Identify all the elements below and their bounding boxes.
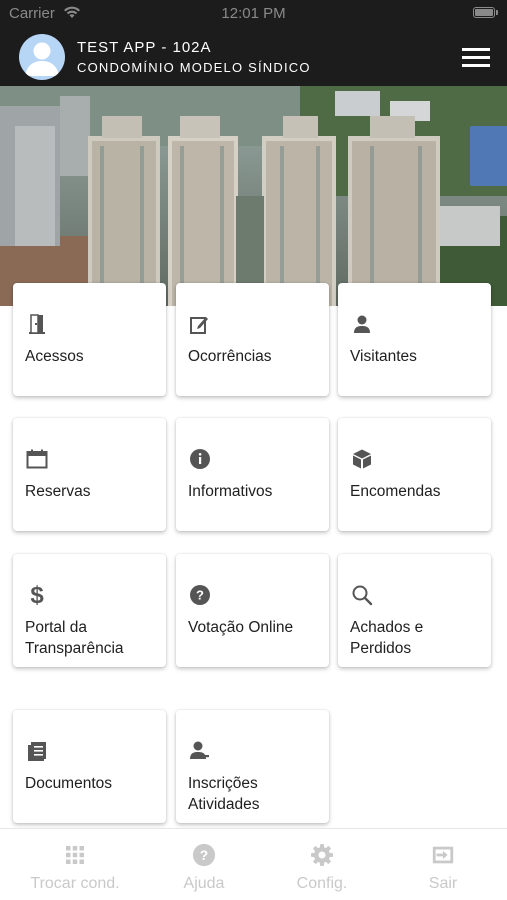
tab-config[interactable]: Config. <box>259 829 385 900</box>
card-label: Acessos <box>25 348 84 365</box>
calendar-icon <box>25 447 49 471</box>
svg-text:?: ? <box>196 588 204 603</box>
tab-label: Config. <box>296 875 348 892</box>
card-label: Informativos <box>188 483 273 500</box>
svg-text:?: ? <box>200 847 208 863</box>
card-label: Reservas <box>25 483 91 500</box>
card-label: Ocorrências <box>188 348 272 365</box>
card-label: Visitantes <box>350 348 417 365</box>
card-visitantes[interactable]: Visitantes <box>338 283 491 396</box>
info-icon <box>188 447 212 471</box>
card-label: Documentos <box>25 775 113 792</box>
grid-icon <box>63 843 87 867</box>
package-icon <box>350 447 374 471</box>
bottom-tab-bar: Trocar cond. ? Ajuda Config. Sair <box>0 828 507 900</box>
card-label: Encomendas <box>350 483 441 500</box>
tab-label: Ajuda <box>183 875 225 892</box>
tab-label: Trocar cond. <box>30 875 120 892</box>
card-reservas[interactable]: Reservas <box>13 418 166 531</box>
card-label: Achados e Perdidos <box>350 619 424 657</box>
card-achados-perdidos[interactable]: Achados e Perdidos <box>338 554 491 667</box>
card-inscricoes-atividades[interactable]: Inscrições Atividades <box>176 710 329 823</box>
help-circle-icon: ? <box>188 583 212 607</box>
card-votacao-online[interactable]: ? Votação Online <box>176 554 329 667</box>
card-encomendas[interactable]: Encomendas <box>338 418 491 531</box>
card-documentos[interactable]: Documentos <box>13 710 166 823</box>
exit-icon <box>431 843 455 867</box>
tab-trocar-cond[interactable]: Trocar cond. <box>12 829 138 900</box>
svg-text:$: $ <box>30 582 44 608</box>
tab-sair[interactable]: Sair <box>380 829 506 900</box>
person-icon <box>350 312 374 336</box>
card-label: Portal da Transparência <box>25 619 124 657</box>
card-ocorrencias[interactable]: Ocorrências <box>176 283 329 396</box>
person-signup-icon <box>188 739 212 763</box>
menu-grid: Acessos Ocorrências Visitantes Reservas … <box>0 0 507 900</box>
card-label: Votação Online <box>188 619 294 636</box>
gear-icon <box>310 843 334 867</box>
search-icon <box>350 583 374 607</box>
help-icon: ? <box>192 843 216 867</box>
card-label: Inscrições Atividades <box>188 775 260 813</box>
card-informativos[interactable]: Informativos <box>176 418 329 531</box>
edit-note-icon <box>188 312 212 336</box>
door-icon <box>25 312 49 336</box>
document-icon <box>25 739 49 763</box>
dollar-icon: $ <box>25 582 49 608</box>
tab-label: Sair <box>428 875 458 892</box>
card-portal-transparencia[interactable]: $ Portal da Transparência <box>13 554 166 667</box>
card-acessos[interactable]: Acessos <box>13 283 166 396</box>
tab-ajuda[interactable]: ? Ajuda <box>141 829 267 900</box>
